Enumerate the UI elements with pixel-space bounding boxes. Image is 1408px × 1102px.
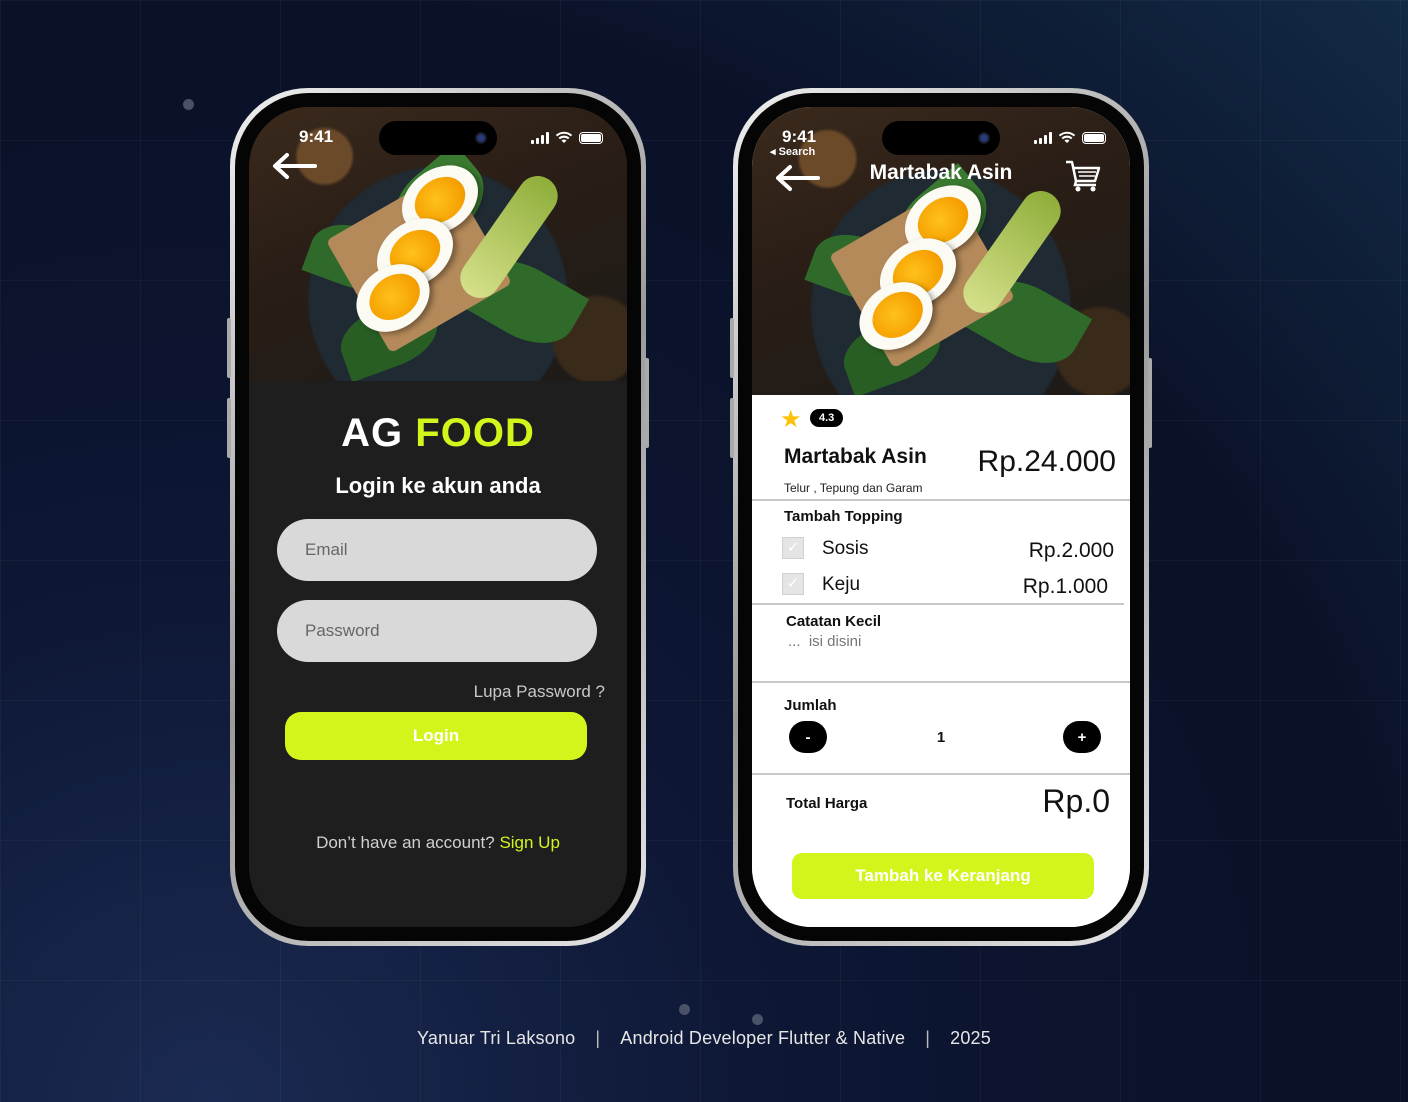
volume-button xyxy=(730,318,734,378)
brand-part2: FOOD xyxy=(415,411,535,455)
topping-name: Sosis xyxy=(822,538,869,559)
search-back-link[interactable]: ◂ Search xyxy=(770,145,815,158)
checkbox-icon[interactable]: ✓ xyxy=(782,573,804,595)
email-input[interactable] xyxy=(277,519,597,581)
brand-part1: AG xyxy=(341,411,404,455)
dish-name: Martabak Asin xyxy=(784,445,927,468)
note-input[interactable] xyxy=(788,633,987,650)
login-screen: 9:41 AG FOOD Login ke akun anda Lupa Pas… xyxy=(249,107,627,927)
battery-icon xyxy=(579,132,603,144)
volume-button xyxy=(730,398,734,458)
divider xyxy=(752,603,1124,605)
login-subtitle: Login ke akun anda xyxy=(335,473,541,498)
topping-price: Rp.1.000 xyxy=(1022,575,1108,598)
total-value: Rp.0 xyxy=(1042,783,1110,819)
footer-year: 2025 xyxy=(950,1028,991,1048)
status-bar: 9:41 xyxy=(249,125,627,149)
login-form-panel: AG FOOD Login ke akun anda Lupa Password… xyxy=(249,381,627,927)
decor-dot xyxy=(679,1004,690,1015)
power-button xyxy=(1148,358,1152,448)
phone-detail: 9:41 ◂ Search Martabak Asin ★ 4.3 Martab… xyxy=(730,88,1152,946)
quantity-title: Jumlah xyxy=(784,697,837,714)
footer-author: Yanuar Tri Laksono xyxy=(417,1028,576,1048)
topping-title: Tambah Topping xyxy=(784,508,903,525)
signup-link[interactable]: Sign Up xyxy=(499,833,559,852)
topping-name: Keju xyxy=(822,574,861,595)
wifi-icon xyxy=(555,131,573,143)
signal-icon xyxy=(1034,132,1052,144)
note-title: Catatan Kecil xyxy=(786,613,882,630)
dish-description: Telur , Tepung dan Garam xyxy=(784,481,923,495)
status-time: 9:41 xyxy=(299,127,334,146)
add-to-cart-button[interactable]: Tambah ke Keranjang xyxy=(792,853,1094,899)
dish-price: Rp.24.000 xyxy=(977,445,1116,478)
divider xyxy=(752,773,1130,775)
decor-dot xyxy=(752,1014,763,1025)
divider xyxy=(752,681,1130,683)
topping-row[interactable]: ✓ Sosis Rp.2.000 xyxy=(782,537,1114,563)
wifi-icon xyxy=(1058,131,1076,143)
topping-row[interactable]: ✓ Keju Rp.1.000 xyxy=(782,573,1108,599)
signup-prompt: Don’t have an account? xyxy=(316,833,495,852)
background-grid xyxy=(0,0,1408,1102)
topping-price: Rp.2.000 xyxy=(1028,539,1114,562)
total-label: Total Harga xyxy=(786,795,868,812)
volume-button xyxy=(227,398,231,458)
signal-icon xyxy=(531,132,549,144)
cart-icon[interactable] xyxy=(1064,159,1102,193)
checkbox-icon[interactable]: ✓ xyxy=(782,537,804,559)
volume-button xyxy=(227,318,231,378)
detail-screen: 9:41 ◂ Search Martabak Asin ★ 4.3 Martab… xyxy=(752,107,1130,927)
increase-quantity-button[interactable]: + xyxy=(1063,721,1101,753)
phone-login: 9:41 AG FOOD Login ke akun anda Lupa Pas… xyxy=(227,88,649,946)
signup-row: Don’t have an account? Sign Up xyxy=(249,833,627,853)
status-time: 9:41 xyxy=(782,127,817,146)
footer-credits: Yanuar Tri Laksono | Android Developer Flu… xyxy=(417,1028,991,1048)
app-logo: AG FOOD xyxy=(249,411,627,456)
rating-badge: 4.3 xyxy=(810,409,844,427)
back-arrow-icon[interactable] xyxy=(271,151,317,181)
login-button[interactable]: Login xyxy=(285,712,587,760)
power-button xyxy=(645,358,649,448)
forgot-password-link[interactable]: Lupa Password ? xyxy=(474,682,605,702)
battery-icon xyxy=(1082,132,1106,144)
footer-role: Android Developer Flutter & Native xyxy=(620,1028,906,1048)
detail-panel: ★ 4.3 Martabak Asin Rp.24.000 Telur , Te… xyxy=(752,395,1130,927)
star-icon: ★ xyxy=(780,406,802,433)
password-input[interactable] xyxy=(277,600,597,662)
decor-dot xyxy=(183,99,194,110)
divider xyxy=(752,499,1130,501)
